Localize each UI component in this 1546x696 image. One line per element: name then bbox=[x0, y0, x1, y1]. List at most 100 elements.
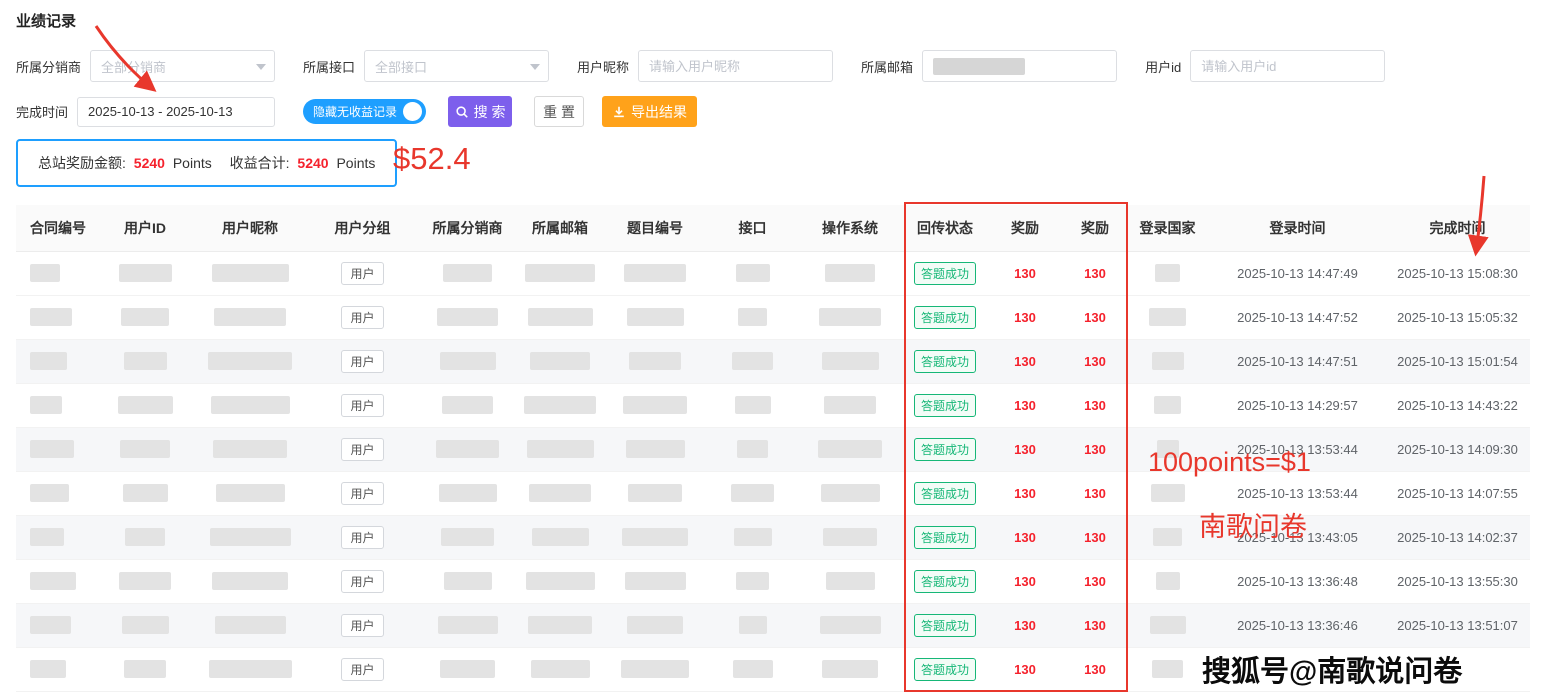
filter-row-2: 完成时间 隐藏无收益记录 搜 索 重 置 导出结果 bbox=[16, 96, 1530, 127]
total-reward-value: 5240 bbox=[134, 155, 165, 171]
censored-value bbox=[628, 484, 682, 502]
status-cell: 答题成功 bbox=[905, 471, 985, 515]
distributor-select[interactable]: 全部分销商 bbox=[90, 50, 275, 82]
income-total-value: 5240 bbox=[297, 155, 328, 171]
user-group-tag: 用户 bbox=[341, 570, 383, 593]
table-header-row: 合同编号用户ID用户昵称用户分组所属分销商所属邮箱题目编号接口操作系统回传状态奖… bbox=[16, 205, 1530, 251]
login-time bbox=[1210, 647, 1385, 691]
censored-value bbox=[739, 616, 767, 634]
censored-cell bbox=[100, 471, 190, 515]
censored-cell bbox=[100, 251, 190, 295]
censored-cell bbox=[710, 251, 795, 295]
censored-value bbox=[736, 264, 770, 282]
nickname-input[interactable] bbox=[638, 50, 833, 82]
table-row: 用户答题成功1301302025-10-13 13:53:442025-10-1… bbox=[16, 471, 1530, 515]
status-cell: 答题成功 bbox=[905, 515, 985, 559]
column-header: 用户昵称 bbox=[190, 205, 310, 251]
finish-time: 2025-10-13 13:55:30 bbox=[1385, 559, 1530, 603]
censored-value bbox=[30, 484, 69, 502]
censored-cell bbox=[520, 603, 600, 647]
censored-cell bbox=[190, 515, 310, 559]
user-group-tag: 用户 bbox=[341, 394, 383, 417]
table-row: 用户答题成功1301302025-10-13 13:53:442025-10-1… bbox=[16, 427, 1530, 471]
column-header: 题目编号 bbox=[600, 205, 710, 251]
status-badge: 答题成功 bbox=[914, 262, 976, 285]
censored-cell bbox=[520, 515, 600, 559]
censored-value bbox=[438, 616, 498, 634]
date-range-input[interactable] bbox=[77, 97, 275, 127]
user-id-input[interactable] bbox=[1190, 50, 1385, 82]
search-button[interactable]: 搜 索 bbox=[448, 96, 512, 127]
censored-cell bbox=[1125, 471, 1210, 515]
censored-cell bbox=[100, 515, 190, 559]
user-group-tag: 用户 bbox=[341, 614, 383, 637]
censored-value bbox=[212, 264, 289, 282]
censored-cell bbox=[415, 295, 520, 339]
user-group-cell: 用户 bbox=[310, 251, 415, 295]
censored-value bbox=[629, 352, 681, 370]
censored-cell bbox=[190, 383, 310, 427]
censored-cell bbox=[600, 427, 710, 471]
table-row: 用户答题成功130130 bbox=[16, 647, 1530, 691]
reward-value: 130 bbox=[1065, 427, 1125, 471]
interface-label: 所属接口 bbox=[303, 57, 355, 76]
status-cell: 答题成功 bbox=[905, 647, 985, 691]
toggle-knob-icon bbox=[403, 102, 422, 121]
censored-cell bbox=[16, 647, 100, 691]
total-reward-label: 总站奖励金额: bbox=[38, 155, 126, 171]
censored-cell bbox=[710, 515, 795, 559]
censored-value bbox=[208, 352, 292, 370]
login-time: 2025-10-13 13:36:48 bbox=[1210, 559, 1385, 603]
censored-value bbox=[30, 308, 72, 326]
search-icon bbox=[455, 105, 469, 119]
reward-value: 130 bbox=[1065, 559, 1125, 603]
censored-value bbox=[735, 396, 771, 414]
censored-value bbox=[1151, 484, 1185, 502]
censored-value bbox=[210, 528, 291, 546]
interface-select[interactable]: 全部接口 bbox=[364, 50, 549, 82]
reward-value: 130 bbox=[985, 251, 1065, 295]
column-header: 奖励 bbox=[1065, 205, 1125, 251]
censored-value bbox=[212, 572, 288, 590]
status-cell: 答题成功 bbox=[905, 603, 985, 647]
censored-cell bbox=[520, 383, 600, 427]
censored-cell bbox=[415, 251, 520, 295]
censored-cell bbox=[600, 383, 710, 427]
email-input[interactable] bbox=[922, 50, 1117, 82]
email-label: 所属邮箱 bbox=[861, 57, 913, 76]
user-group-tag: 用户 bbox=[341, 526, 383, 549]
income-total-unit: Points bbox=[336, 155, 375, 171]
censored-value bbox=[1152, 352, 1184, 370]
censored-cell bbox=[16, 603, 100, 647]
censored-cell bbox=[600, 603, 710, 647]
censored-value bbox=[119, 572, 171, 590]
reset-button[interactable]: 重 置 bbox=[534, 96, 584, 127]
finish-time: 2025-10-13 15:01:54 bbox=[1385, 339, 1530, 383]
censored-cell bbox=[795, 339, 905, 383]
finish-time-label: 完成时间 bbox=[16, 102, 68, 121]
user-group-cell: 用户 bbox=[310, 515, 415, 559]
reward-value: 130 bbox=[1065, 515, 1125, 559]
income-total-label: 收益合计: bbox=[230, 155, 290, 171]
login-time: 2025-10-13 13:53:44 bbox=[1210, 427, 1385, 471]
status-badge: 答题成功 bbox=[914, 438, 976, 461]
censored-value bbox=[1152, 660, 1183, 678]
censored-cell bbox=[520, 647, 600, 691]
hide-no-income-toggle[interactable]: 隐藏无收益记录 bbox=[303, 99, 426, 124]
reward-value: 130 bbox=[985, 339, 1065, 383]
export-button[interactable]: 导出结果 bbox=[602, 96, 697, 127]
censored-cell bbox=[710, 647, 795, 691]
distributor-filter: 所属分销商 全部分销商 bbox=[16, 50, 275, 82]
censored-cell bbox=[1125, 647, 1210, 691]
censored-cell bbox=[795, 383, 905, 427]
summary-box: 总站奖励金额: 5240 Points 收益合计: 5240 Points bbox=[16, 139, 397, 187]
column-header: 用户分组 bbox=[310, 205, 415, 251]
table-row: 用户答题成功1301302025-10-13 14:47:522025-10-1… bbox=[16, 295, 1530, 339]
censored-cell bbox=[100, 427, 190, 471]
status-badge: 答题成功 bbox=[914, 570, 976, 593]
reward-value: 130 bbox=[985, 471, 1065, 515]
censored-value bbox=[524, 396, 596, 414]
chevron-down-icon bbox=[530, 64, 540, 70]
censored-value bbox=[621, 660, 689, 678]
censored-value bbox=[822, 660, 878, 678]
